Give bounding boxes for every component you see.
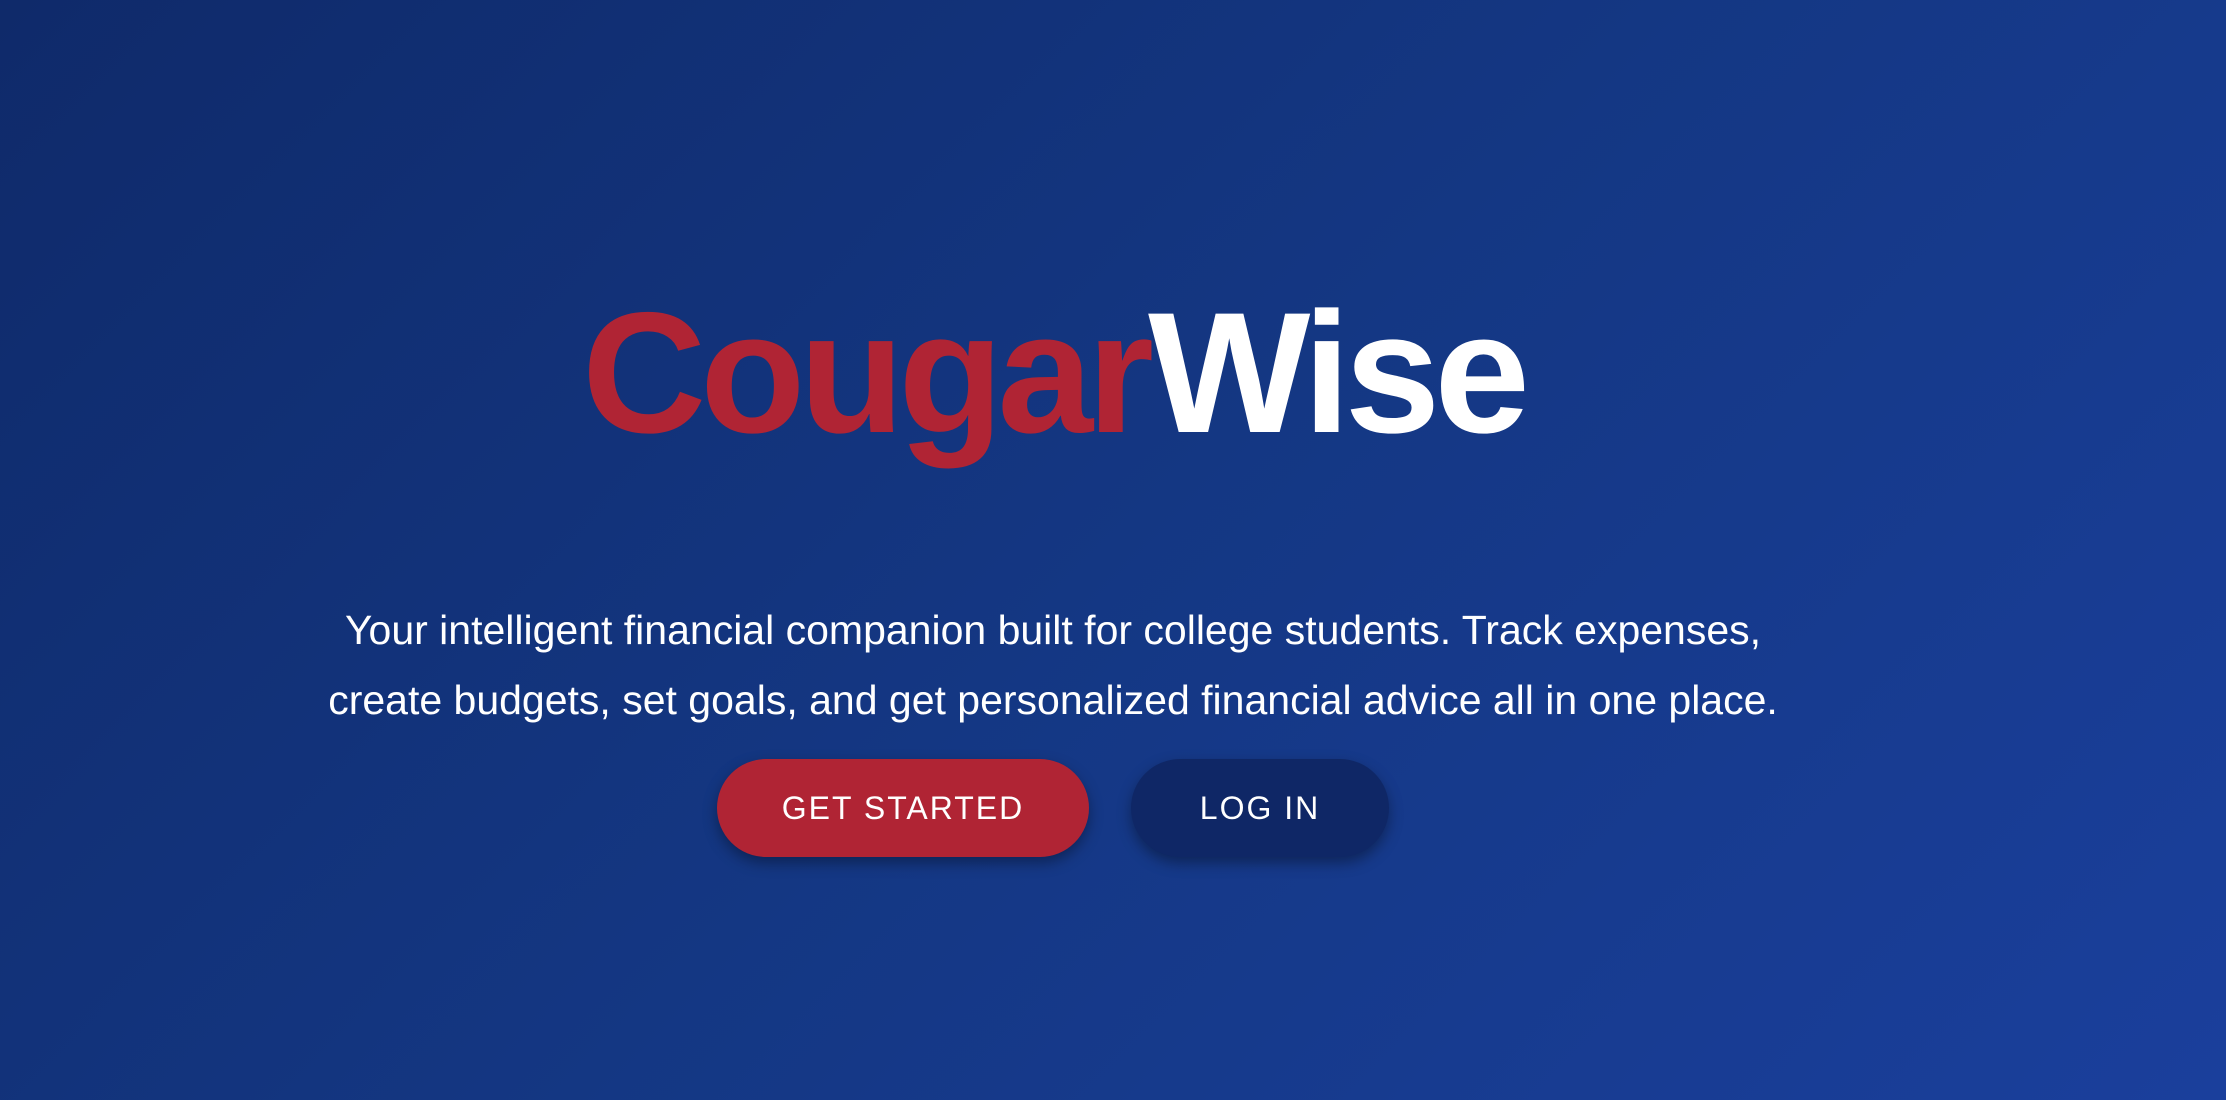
get-started-button[interactable]: GET STARTED [717,759,1089,857]
logo-wise-text: Wise [1148,277,1530,469]
log-in-button[interactable]: LOG IN [1131,759,1389,857]
hero-tagline: Your intelligent financial companion bui… [328,607,1778,723]
brand-logo: CougarWise [0,268,2106,478]
hero-section: CougarWise Your intelligent financial co… [0,0,2106,1100]
logo-cougar-text: Cougar [582,277,1154,469]
